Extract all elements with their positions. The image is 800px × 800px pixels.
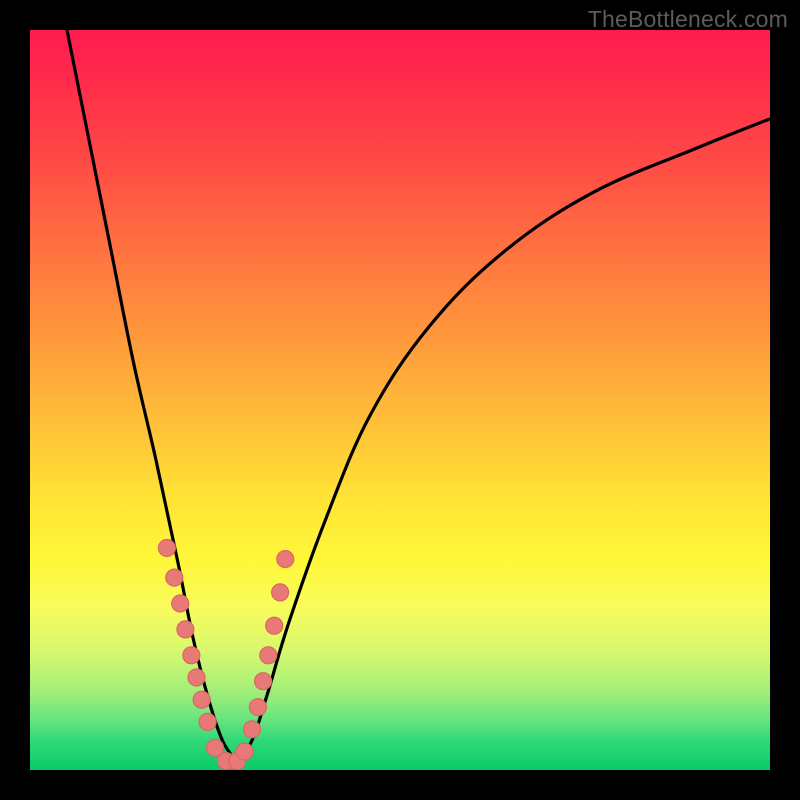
sample-dot (272, 584, 289, 601)
curves-layer (30, 30, 770, 770)
sample-dot (199, 713, 216, 730)
right-curve (237, 119, 770, 763)
sample-dot (277, 551, 294, 568)
sample-dot (188, 669, 205, 686)
sample-dot (158, 540, 175, 557)
sample-dot (236, 743, 253, 760)
sample-dots (158, 540, 293, 770)
sample-dot (166, 569, 183, 586)
sample-dot (255, 673, 272, 690)
watermark-text: TheBottleneck.com (588, 6, 788, 33)
left-curve (67, 30, 237, 763)
sample-dot (183, 647, 200, 664)
plot-area (30, 30, 770, 770)
sample-dot (177, 621, 194, 638)
sample-dot (172, 595, 189, 612)
chart-frame: TheBottleneck.com (0, 0, 800, 800)
sample-dot (260, 647, 277, 664)
sample-dot (244, 721, 261, 738)
sample-dot (266, 617, 283, 634)
sample-dot (193, 691, 210, 708)
sample-dot (249, 699, 266, 716)
